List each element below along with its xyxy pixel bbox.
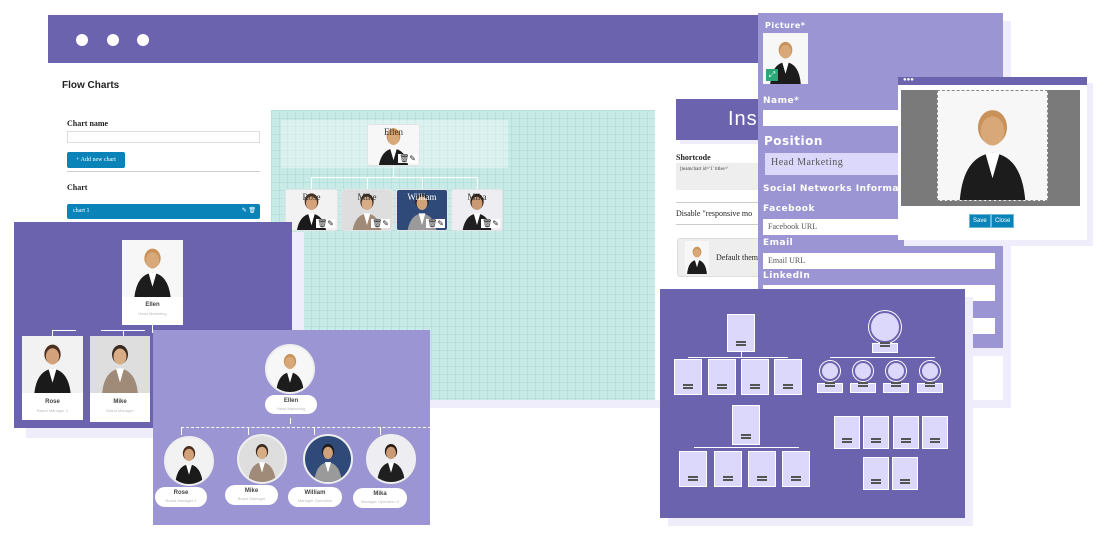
email-input[interactable]: Email URL — [763, 253, 995, 269]
save-button[interactable]: Save — [969, 214, 991, 228]
position-label: Position — [764, 134, 823, 148]
node-name: Mike — [357, 192, 377, 202]
window-dot[interactable] — [76, 34, 88, 46]
person-photo — [368, 436, 414, 482]
chart-name-input[interactable] — [67, 131, 260, 143]
page-title: Flow Charts — [62, 80, 120, 91]
crop-dialog-titlebar: ●●● — [898, 77, 1087, 85]
shortcode-box[interactable]: [teamchart id='1' titles=' — [676, 163, 766, 190]
editor-node[interactable]: Mika 🗑✎ — [451, 189, 503, 231]
node-name: William — [407, 192, 437, 202]
person-photo — [22, 336, 83, 393]
divider — [67, 171, 260, 172]
chart-card-node: Rose Brand Manager 2 — [22, 336, 83, 420]
editor-node[interactable]: Mike 🗑✎ — [341, 189, 393, 231]
add-new-chart-button[interactable]: + Add new chart — [67, 152, 125, 168]
editor-node[interactable]: Rose 🗑✎ — [285, 189, 338, 231]
node-name: Ellen — [384, 127, 403, 137]
email-label: Email — [763, 238, 794, 248]
chart-preview-card-circle: Ellen Head Marketing Rose Brand Manager 2 … — [153, 330, 431, 525]
layout-templates-card — [660, 289, 965, 518]
facebook-label: Facebook — [763, 204, 815, 214]
person-photo — [938, 91, 1047, 200]
default-theme-option[interactable]: Default them — [677, 238, 767, 277]
chart-label: Chart — [67, 183, 88, 192]
name-input[interactable] — [763, 110, 903, 126]
window-dot[interactable] — [107, 34, 119, 46]
person-photo — [166, 438, 212, 484]
person-photo — [685, 241, 709, 274]
circle-node-label: Ellen Head Marketing — [265, 395, 317, 414]
facebook-input[interactable]: Facebook URL — [763, 219, 903, 235]
person-photo — [305, 436, 351, 482]
chart-card-node: Ellen Head Marketing — [122, 240, 183, 325]
person-photo — [267, 346, 313, 392]
chart-list-item[interactable]: chart 1 ✎ 🗑 — [67, 204, 260, 219]
disable-responsive-label: Disable "responsive mo — [676, 209, 753, 218]
chart-item-name: chart 1 — [73, 208, 90, 214]
shortcode-label: Shortcode — [676, 153, 711, 162]
close-button[interactable]: Close — [991, 214, 1015, 228]
linkedin-label: LinkedIn — [763, 271, 811, 281]
insert-header: Ins — [676, 99, 766, 140]
window-titlebar — [48, 15, 760, 63]
social-networks-heading: Social Networks Informati — [763, 184, 908, 194]
person-photo — [239, 436, 285, 482]
theme-label: Default them — [716, 253, 758, 262]
person-photo — [122, 240, 183, 297]
expand-icon[interactable]: ⤢ — [766, 69, 778, 81]
person-photo — [90, 336, 150, 393]
picture-label: Picture* — [765, 21, 806, 30]
window-dot[interactable] — [137, 34, 149, 46]
delete-edit-icons[interactable]: 🗑✎ — [481, 219, 500, 228]
editor-node[interactable]: William 🗑✎ — [396, 189, 448, 231]
edit-delete-icons[interactable]: ✎ 🗑 — [242, 204, 256, 219]
name-label: Name* — [763, 96, 800, 106]
delete-edit-icons[interactable]: 🗑✎ — [426, 219, 445, 228]
delete-edit-icons[interactable]: 🗑✎ — [371, 219, 390, 228]
node-name: Rose — [302, 192, 321, 202]
picture-thumbnail[interactable]: ⤢ — [763, 33, 808, 84]
delete-edit-icons[interactable]: 🗑✎ — [398, 154, 417, 163]
delete-edit-icons[interactable]: 🗑✎ — [316, 219, 335, 228]
position-input[interactable]: Head Marketing — [765, 153, 905, 175]
chart-name-label: Chart name — [67, 119, 109, 128]
editor-node[interactable]: Ellen 🗑✎ — [367, 124, 420, 166]
node-name: Mika — [467, 192, 487, 202]
crop-image-area[interactable] — [901, 90, 1080, 206]
chart-card-node: Mike Brand Manager — [90, 336, 150, 422]
